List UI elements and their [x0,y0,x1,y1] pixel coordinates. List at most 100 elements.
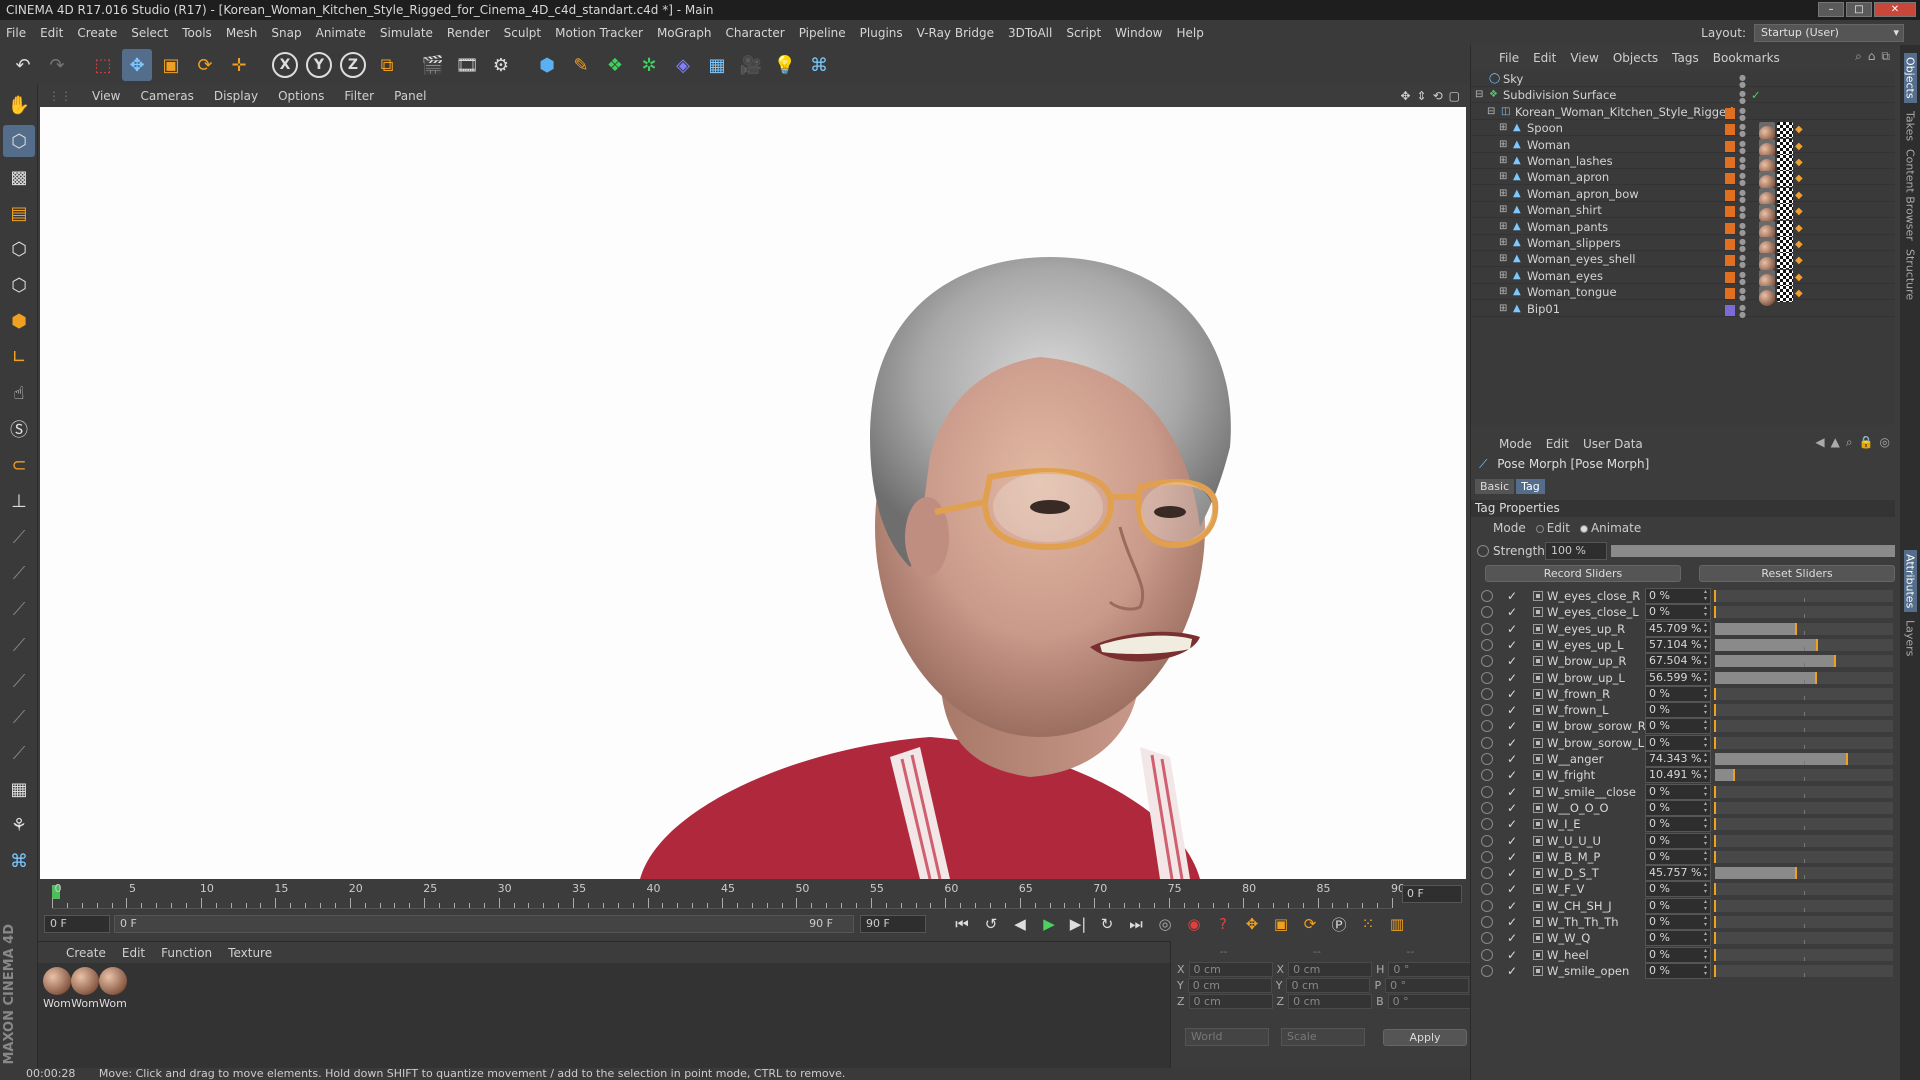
z-axis-icon[interactable]: Z [338,49,368,81]
pose-slider[interactable] [1714,850,1893,863]
cube-icon[interactable]: ⬢ [532,49,562,81]
pose-slider[interactable] [1714,590,1893,602]
pose-value-field[interactable]: 10.491 % [1645,767,1711,784]
expand-toggle-icon[interactable]: ⊟ [1475,87,1483,103]
menu-3dtoall[interactable]: 3DToAll [1008,26,1052,40]
new-window-icon[interactable]: ⧉ [1881,49,1890,64]
pose-enabled-check-icon[interactable]: ✓ [1507,736,1521,750]
apply-button[interactable]: Apply [1383,1028,1467,1046]
visibility-dots-icon[interactable]: ● ● [1739,156,1746,171]
pose-slider-handle[interactable] [1714,883,1716,896]
frame-range-slider[interactable]: 0 F 90 F [114,915,854,933]
next-key-icon[interactable]: ↻ [1095,912,1119,936]
pose-slider-handle[interactable] [1714,916,1716,928]
pose-value-field[interactable]: 45.757 % [1645,865,1711,882]
pose-anim-icon[interactable] [1481,720,1493,733]
parameter-key-icon[interactable]: Ⓟ [1327,912,1351,936]
expand-toggle-icon[interactable]: ⊞ [1499,251,1507,267]
visibility-dots-icon[interactable]: ● ● [1739,90,1746,105]
pose-value-field[interactable]: 74.343 % [1645,751,1711,767]
pose-value-field[interactable]: 0 % [1645,914,1711,930]
deformer-icon[interactable]: ◈ [668,49,698,81]
pose-slider[interactable] [1714,785,1893,798]
position-key-icon[interactable]: ✥ [1240,912,1264,936]
pose-anim-icon[interactable] [1481,867,1493,880]
pose-value-field[interactable]: 0 % [1645,604,1711,621]
pose-slider[interactable] [1715,622,1893,635]
pose-anim-icon[interactable] [1481,834,1493,847]
viewport-menu-options[interactable]: Options [278,89,324,103]
pose-anim-icon[interactable] [1481,801,1493,814]
expand-toggle-icon[interactable]: ⊞ [1499,301,1507,317]
tweak-icon[interactable]: ☝ [3,377,35,409]
pose-slider-handle[interactable] [1714,785,1716,798]
mirror-icon[interactable]: ⟋ [3,701,35,733]
coord-field[interactable]: 0 cm [1286,977,1371,993]
workplane-icon[interactable]: ▤ [3,197,35,229]
strength-anim-icon[interactable] [1477,545,1489,557]
pose-slider[interactable] [1714,801,1893,814]
pose-slider[interactable] [1715,867,1893,880]
pose-value-field[interactable]: 0 % [1645,848,1711,865]
material-menu-function[interactable]: Function [161,946,212,960]
pose-slider-handle[interactable] [1714,964,1716,977]
pose-slider[interactable] [1714,964,1893,977]
magnet-icon[interactable]: ⊂ [3,449,35,481]
pose-slider-handle[interactable] [1834,655,1837,668]
menu-script[interactable]: Script [1066,26,1101,40]
pose-anim-icon[interactable] [1481,687,1493,700]
snap-icon[interactable]: Ⓢ [3,413,35,445]
menu-mesh[interactable]: Mesh [226,26,258,40]
pose-slider[interactable] [1714,932,1893,945]
object-menu-view[interactable]: View [1570,51,1598,65]
pose-enabled-check-icon[interactable]: ✓ [1507,589,1521,603]
expand-toggle-icon[interactable]: ⊞ [1499,219,1507,235]
pose-value-field[interactable]: 57.104 % [1645,636,1711,653]
pose-slider-handle[interactable] [1714,687,1716,700]
object-row[interactable]: ⊞ ▲ Woman_pants ● ● ◆ [1471,219,1895,241]
model-mode-icon[interactable]: ⬡ [3,125,35,157]
material-swatch[interactable]: Wom [70,967,100,1010]
tab-tag[interactable]: Tag [1516,479,1545,494]
pose-value-field[interactable]: 0 % [1645,832,1711,849]
pose-anim-icon[interactable] [1481,769,1493,782]
pose-slider[interactable] [1714,736,1893,749]
reset-sliders-button[interactable]: Reset Sliders [1699,565,1895,582]
object-row[interactable]: ⊞ ▲ Woman_tongue ● ● ◆ [1471,284,1895,307]
pose-slider[interactable] [1714,818,1893,831]
pose-anim-icon[interactable] [1481,818,1493,831]
pose-value-field[interactable]: 0 % [1645,799,1711,816]
texture-mode-icon[interactable]: ▩ [3,161,35,193]
bind-icon[interactable]: ⟋ [3,629,35,661]
visibility-dots-icon[interactable]: ● ● [1739,205,1746,220]
viewport-menu-panel[interactable]: Panel [394,89,426,103]
visibility-dots-icon[interactable]: ● ● [1739,238,1746,253]
pose-anim-icon[interactable] [1481,736,1493,749]
pose-slider-handle[interactable] [1714,590,1716,602]
pose-anim-icon[interactable] [1481,638,1493,651]
pose-anim-icon[interactable] [1481,948,1493,961]
expand-toggle-icon[interactable]: ⊞ [1499,169,1507,185]
pose-slider[interactable] [1715,671,1893,684]
pose-enabled-check-icon[interactable]: ✓ [1507,866,1521,880]
attr-settings-icon[interactable]: ◎ [1880,435,1890,450]
pose-slider[interactable] [1715,753,1893,765]
pose-slider-handle[interactable] [1714,818,1716,831]
pose-value-field[interactable]: 0 % [1645,897,1711,914]
coord-mode-select[interactable]: Scale [1281,1028,1365,1046]
pose-enabled-check-icon[interactable]: ✓ [1507,719,1521,733]
pose-enabled-check-icon[interactable]: ✓ [1507,622,1521,636]
current-frame-field[interactable]: 0 F [1402,885,1462,903]
pose-value-field[interactable]: 0 % [1645,930,1711,947]
point-level-key-icon[interactable]: ⁙ [1356,912,1380,936]
menu-pipeline[interactable]: Pipeline [799,26,846,40]
python-side-icon[interactable]: ⌘ [3,845,35,877]
side-tab-takes[interactable]: Takes [1904,111,1917,141]
keyframe-selection-icon[interactable]: ? [1211,912,1235,936]
pose-enabled-check-icon[interactable]: ✓ [1507,850,1521,864]
pen-spline-icon[interactable]: ✎ [566,49,596,81]
visibility-dots-icon[interactable]: ● ● [1739,74,1746,89]
pose-anim-icon[interactable] [1481,964,1493,977]
pose-enabled-check-icon[interactable]: ✓ [1507,671,1521,685]
render-picture-viewer-icon[interactable]: 🎞 [452,49,482,81]
